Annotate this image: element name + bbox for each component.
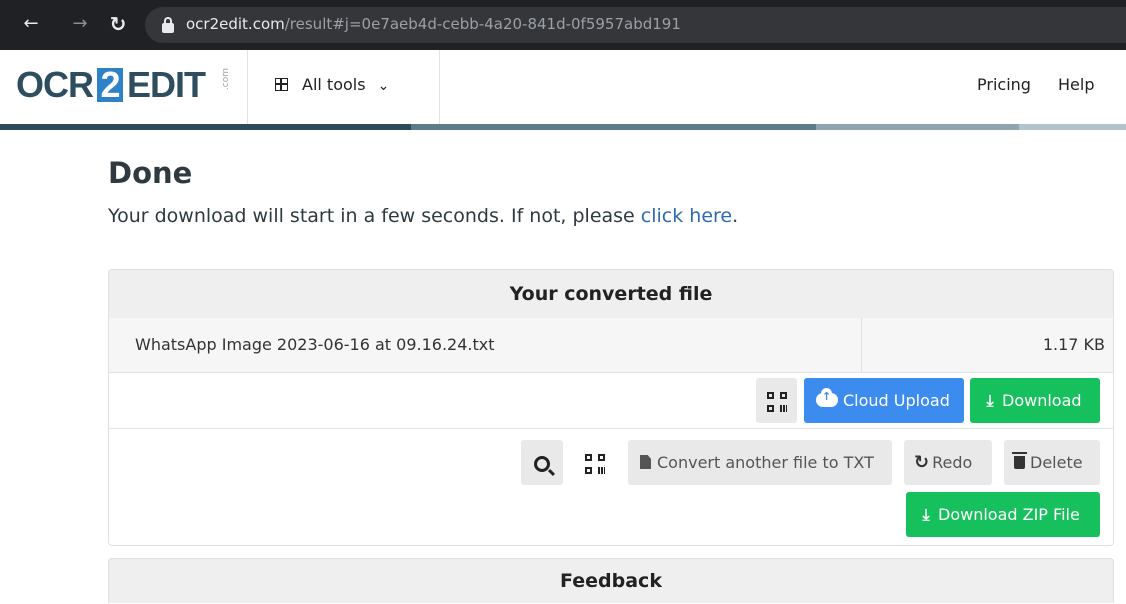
- header-stripe: [0, 124, 411, 130]
- qr-code-icon: [766, 391, 787, 412]
- file-row-divider: [861, 318, 862, 372]
- header-divider: [439, 50, 440, 124]
- url-text[interactable]: ocr2edit.com/result#j=0e7aeb4d-cebb-4a20…: [186, 15, 681, 33]
- site-header: OCR 2 EDIT .com All tools ⌄ Pricing Help: [0, 50, 1126, 124]
- qr-code-button[interactable]: [756, 378, 797, 423]
- pricing-link[interactable]: Pricing: [977, 75, 1031, 94]
- converted-file-heading: Your converted file: [109, 270, 1113, 319]
- logo-two: 2: [97, 67, 123, 103]
- download-label: Download: [1002, 391, 1082, 410]
- delete-label: Delete: [1030, 453, 1083, 472]
- convert-another-label: Convert another file to TXT: [657, 453, 874, 472]
- back-arrow-icon[interactable]: ←: [18, 11, 44, 37]
- all-tools-menu[interactable]: All tools ⌄: [275, 75, 389, 94]
- lock-icon: [162, 17, 174, 33]
- download-icon: ⤓: [922, 505, 930, 524]
- browser-toolbar: ← → ↻ ocr2edit.com/result#j=0e7aeb4d-ceb…: [0, 0, 1126, 50]
- file-row: WhatsApp Image 2023-06-16 at 09.16.24.tx…: [109, 318, 1113, 373]
- forward-arrow-icon[interactable]: →: [67, 11, 93, 37]
- address-bar[interactable]: ocr2edit.com/result#j=0e7aeb4d-cebb-4a20…: [145, 7, 1126, 43]
- redo-icon: ↻: [914, 452, 930, 473]
- converted-file-panel: Your converted file WhatsApp Image 2023-…: [108, 269, 1114, 546]
- reload-icon[interactable]: ↻: [105, 11, 131, 37]
- download-button[interactable]: ⤓ Download: [970, 378, 1100, 423]
- redo-label: Redo: [932, 453, 973, 472]
- site-logo[interactable]: OCR 2 EDIT .com: [16, 65, 236, 105]
- all-tools-label: All tools: [302, 75, 366, 94]
- file-actions-row: Cloud Upload ⤓ Download: [109, 372, 1113, 429]
- help-link[interactable]: Help: [1058, 75, 1094, 94]
- feedback-heading: Feedback: [108, 558, 1114, 603]
- trash-icon: [1012, 452, 1027, 469]
- file-name: WhatsApp Image 2023-06-16 at 09.16.24.tx…: [135, 335, 495, 354]
- page-title: Done: [108, 156, 193, 190]
- qr-code-icon: [585, 453, 605, 474]
- download-message-end: .: [732, 205, 739, 227]
- header-divider: [247, 50, 248, 124]
- grid-icon: [275, 78, 288, 91]
- download-message-text: Your download will start in a few second…: [108, 205, 641, 227]
- cloud-upload-button[interactable]: Cloud Upload: [804, 378, 964, 423]
- logo-edit: EDIT: [127, 64, 206, 105]
- file-icon: [640, 455, 651, 469]
- click-here-link[interactable]: click here: [641, 205, 732, 227]
- cloud-upload-icon: [816, 388, 838, 407]
- download-icon: ⤓: [986, 391, 994, 410]
- url-host: ocr2edit.com: [186, 15, 285, 33]
- qr-code-button-2[interactable]: [574, 440, 616, 485]
- url-path: /result#j=0e7aeb4d-cebb-4a20-841d-0f5957…: [284, 15, 681, 33]
- logo-ocr: OCR: [16, 64, 94, 105]
- search-icon: [534, 455, 550, 472]
- chevron-down-icon: ⌄: [377, 78, 390, 94]
- header-stripe: [816, 124, 1019, 130]
- header-stripe: [411, 124, 816, 130]
- convert-another-button[interactable]: Convert another file to TXT: [628, 440, 892, 485]
- delete-button[interactable]: Delete: [1004, 440, 1100, 485]
- file-size: 1.17 KB: [1042, 335, 1105, 354]
- cloud-upload-label: Cloud Upload: [843, 391, 950, 410]
- logo-com-suffix: .com: [221, 68, 231, 91]
- header-stripe: [1019, 124, 1126, 130]
- more-actions-row: Convert another file to TXT ↻ Redo Delete…: [109, 428, 1113, 545]
- download-zip-label: Download ZIP File: [938, 505, 1080, 524]
- download-zip-button[interactable]: ⤓ Download ZIP File: [906, 492, 1100, 537]
- redo-button[interactable]: ↻ Redo: [904, 440, 992, 485]
- download-message: Your download will start in a few second…: [108, 205, 738, 227]
- preview-button[interactable]: [521, 440, 563, 485]
